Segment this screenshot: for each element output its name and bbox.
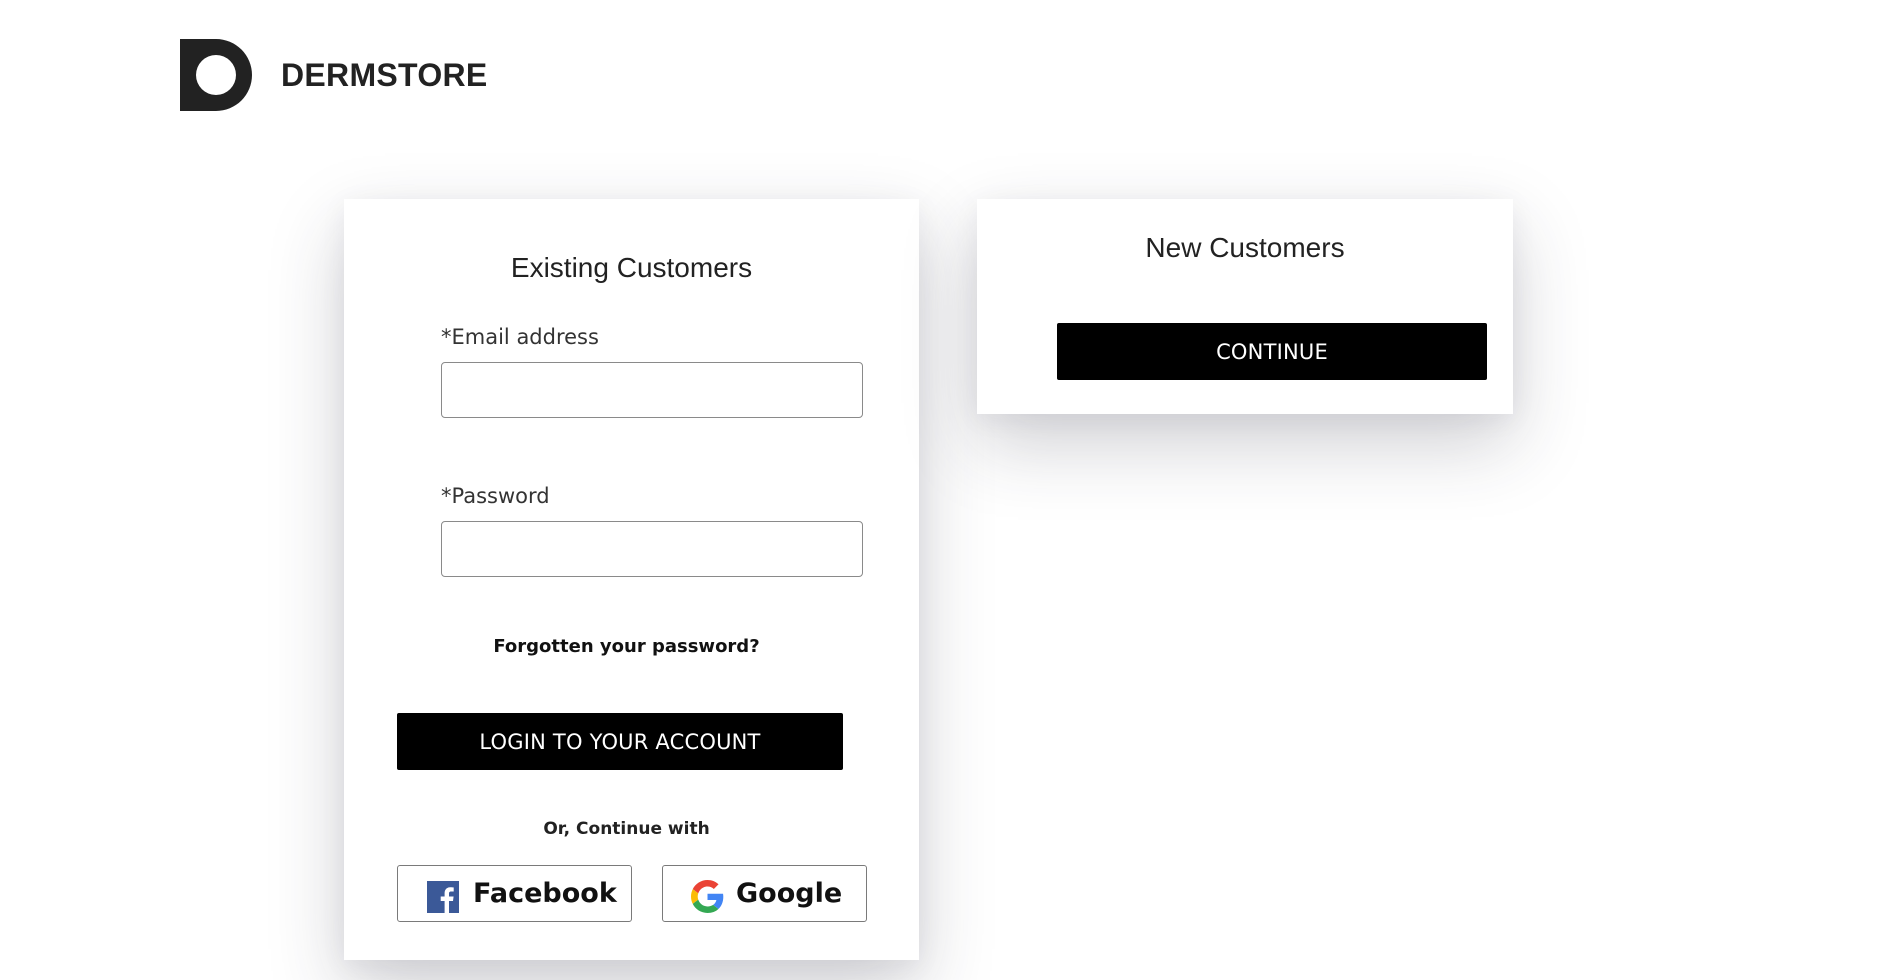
password-label: *Password: [441, 484, 550, 508]
google-login-button[interactable]: Google: [662, 865, 867, 922]
brand-logo[interactable]: DERMSTORE: [180, 39, 488, 111]
forgot-password-link[interactable]: Forgotten your password?: [344, 636, 919, 657]
facebook-label: Facebook: [473, 878, 617, 909]
existing-customers-title: Existing Customers: [510, 252, 753, 283]
email-label: *Email address: [441, 325, 599, 349]
continue-button[interactable]: CONTINUE: [1057, 323, 1487, 380]
login-button[interactable]: LOGIN TO YOUR ACCOUNT: [397, 713, 843, 770]
continue-button-label: CONTINUE: [1216, 339, 1328, 364]
existing-customers-panel: Existing Customers *Email address *Passw…: [344, 199, 919, 960]
new-customers-panel: New Customers CONTINUE: [977, 199, 1513, 414]
facebook-icon: [427, 880, 459, 913]
login-button-label: LOGIN TO YOUR ACCOUNT: [479, 729, 761, 754]
google-icon: [691, 880, 724, 913]
or-continue-with-text: Or, Continue with: [344, 819, 919, 839]
new-customers-title: New Customers: [1145, 232, 1345, 263]
dermstore-logo-icon: [180, 39, 252, 111]
email-field[interactable]: [441, 362, 863, 418]
facebook-login-button[interactable]: Facebook: [397, 865, 632, 922]
password-field[interactable]: [441, 521, 863, 577]
or-continue-with-label: Or, Continue with: [543, 819, 710, 839]
login-page: DERMSTORE Existing Customers *Email addr…: [0, 0, 1897, 980]
google-label: Google: [736, 878, 843, 909]
brand-name: DERMSTORE: [281, 56, 488, 93]
forgot-password-label: Forgotten your password?: [493, 636, 760, 657]
